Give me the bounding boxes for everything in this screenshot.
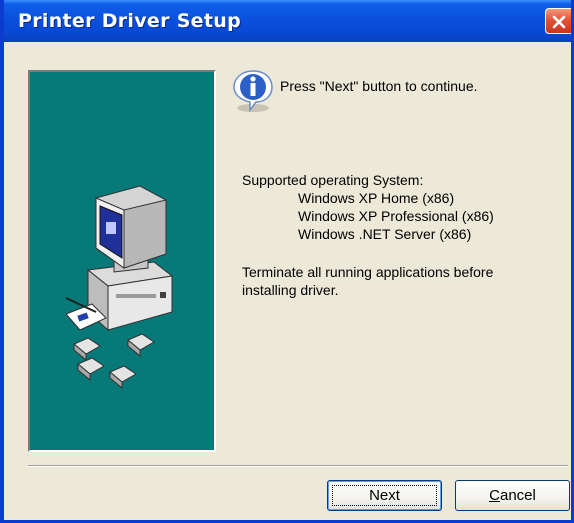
os-list-item: Windows XP Home (x86) xyxy=(298,190,455,206)
dialog-window: Printer Driver Setup Press "Next" button… xyxy=(0,0,574,523)
os-list-item: Windows .NET Server (x86) xyxy=(298,226,472,242)
os-list-item: Windows XP Professional (x86) xyxy=(298,208,494,224)
next-button[interactable]: Next xyxy=(327,480,442,511)
floppy-disks-illustration xyxy=(73,333,155,390)
focus-rectangle xyxy=(332,485,437,506)
close-icon xyxy=(552,15,566,29)
footer-separator xyxy=(28,465,568,467)
close-button[interactable] xyxy=(545,8,571,34)
note-text-line2: installing driver. xyxy=(242,282,339,298)
info-icon xyxy=(233,70,273,113)
note-text-line1: Terminate all running applications befor… xyxy=(242,264,494,280)
instruction-text: Press "Next" button to continue. xyxy=(280,78,478,94)
cancel-button-label: ancel xyxy=(499,487,536,504)
wizard-side-image xyxy=(28,70,216,452)
title-bar[interactable]: Printer Driver Setup xyxy=(4,0,571,42)
cancel-button[interactable]: Cancel xyxy=(455,480,570,511)
supported-os-heading: Supported operating System: xyxy=(242,172,424,188)
computer-illustration xyxy=(65,185,174,390)
window-title: Printer Driver Setup xyxy=(18,10,241,32)
cancel-accelerator: C xyxy=(489,487,500,504)
